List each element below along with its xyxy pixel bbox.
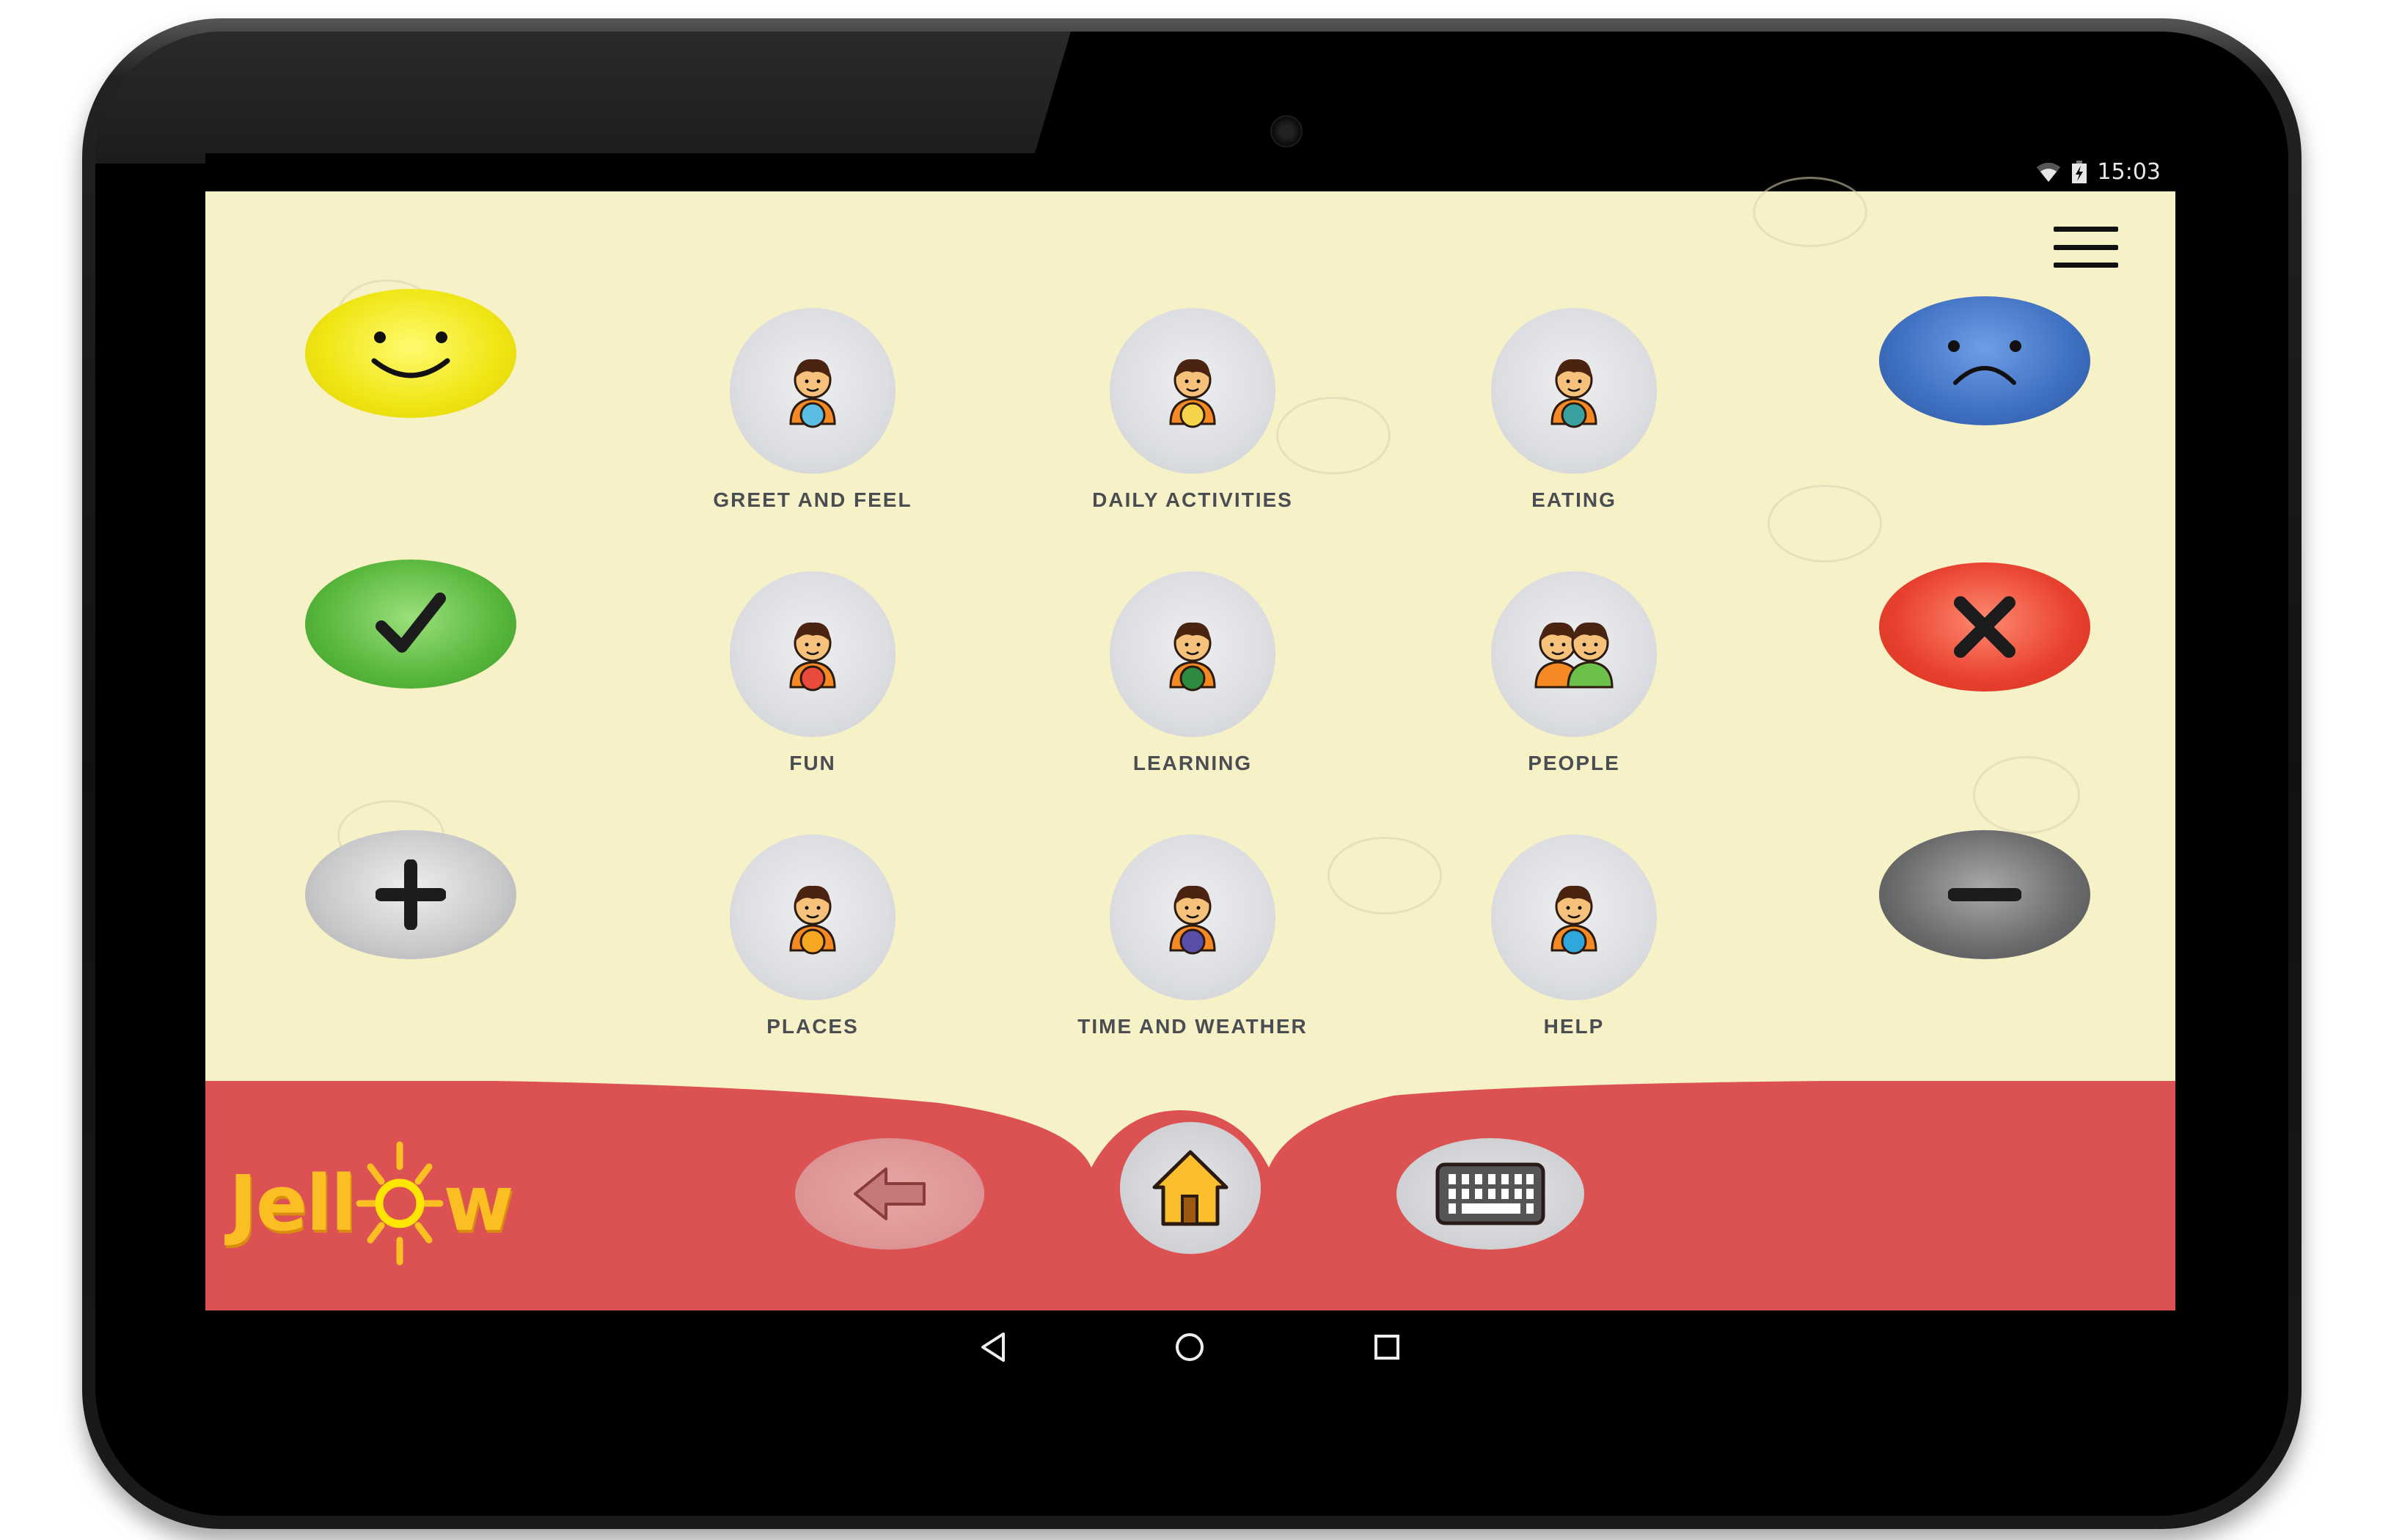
boy-with-toothbrush-icon <box>1169 359 1216 428</box>
nav-recents-icon[interactable] <box>1365 1325 1409 1369</box>
category-tile[interactable]: EATING <box>1420 308 1728 512</box>
category-tile[interactable]: DAILY ACTIVITIES <box>1039 308 1347 512</box>
category-label: GREET AND FEEL <box>713 488 912 511</box>
category-circle[interactable] <box>730 835 896 1000</box>
sun-logo-icon <box>356 1141 444 1266</box>
category-circle[interactable] <box>1110 835 1275 1000</box>
yes-button[interactable] <box>305 560 516 689</box>
less-button[interactable] <box>1879 830 2090 959</box>
keyboard-button[interactable] <box>1396 1138 1584 1250</box>
boy-reading-book-icon <box>1169 622 1216 692</box>
plus-icon <box>376 859 446 930</box>
category-circle[interactable] <box>1110 571 1275 737</box>
checkmark-icon <box>376 593 446 653</box>
category-circle[interactable] <box>730 308 896 474</box>
bezel-glare <box>95 32 1071 164</box>
boy-with-fork-spoon-icon <box>1550 359 1597 428</box>
category-tile[interactable]: PEOPLE <box>1420 571 1728 775</box>
android-navigation-bar <box>205 1310 2175 1391</box>
category-tile[interactable]: PLACES <box>659 835 967 1038</box>
keyboard-icon <box>1435 1162 1545 1225</box>
screen: 15:03 GREET AND FEEL DAILY ACTIVITIES EA… <box>205 153 2175 1310</box>
category-label: PLACES <box>766 1015 859 1038</box>
like-button[interactable] <box>305 289 516 418</box>
no-button[interactable] <box>1879 562 2090 692</box>
jellow-logo: Jell w <box>229 1141 514 1266</box>
status-bar: 15:03 <box>205 153 2175 191</box>
category-label: EATING <box>1531 488 1616 511</box>
nav-home-icon[interactable] <box>1168 1325 1212 1369</box>
background-swirl <box>1973 756 2080 834</box>
two-children-icon <box>1534 622 1614 689</box>
boy-holding-hi-sign-icon <box>789 359 836 428</box>
x-icon <box>1954 596 2015 658</box>
clock: 15:03 <box>2097 159 2161 185</box>
smiley-face-icon <box>371 331 450 378</box>
category-label: HELP <box>1543 1015 1605 1038</box>
category-circle[interactable] <box>1491 308 1657 474</box>
category-tile[interactable]: HELP <box>1420 835 1728 1038</box>
background-swirl <box>1753 177 1867 247</box>
more-button[interactable] <box>305 830 516 959</box>
category-tile[interactable]: TIME AND WEATHER <box>1039 835 1347 1038</box>
category-tile[interactable]: FUN <box>659 571 967 775</box>
category-label: PEOPLE <box>1528 752 1620 774</box>
nav-back-icon[interactable] <box>971 1325 1015 1369</box>
battery-charging-icon <box>2071 160 2087 183</box>
category-circle[interactable] <box>1491 835 1657 1000</box>
minus-icon <box>1948 888 2021 901</box>
category-tile[interactable]: LEARNING <box>1039 571 1347 775</box>
bottom-navigation-bar: Jell w <box>205 1081 2175 1310</box>
boy-holding-clock-icon <box>1169 885 1216 955</box>
home-button[interactable] <box>1120 1122 1261 1254</box>
hamburger-menu-icon[interactable] <box>2054 224 2118 271</box>
app-area: GREET AND FEEL DAILY ACTIVITIES EATING F… <box>205 177 2175 1310</box>
category-label: DAILY ACTIVITIES <box>1092 488 1293 511</box>
front-camera <box>1270 115 1303 147</box>
boy-with-question-mark-icon <box>1550 885 1597 955</box>
category-label: LEARNING <box>1132 752 1253 774</box>
category-label: FUN <box>789 752 836 774</box>
back-button[interactable] <box>795 1138 984 1250</box>
category-label: TIME AND WEATHER <box>1077 1015 1308 1038</box>
category-circle[interactable] <box>730 571 896 737</box>
home-icon <box>1152 1150 1229 1226</box>
sad-face-icon <box>1948 340 2021 385</box>
wifi-icon <box>2036 162 2060 182</box>
boy-holding-house-icon <box>789 885 836 955</box>
category-circle[interactable] <box>1491 571 1657 737</box>
boy-with-beach-ball-icon <box>789 622 836 692</box>
category-circle[interactable] <box>1110 308 1275 474</box>
background-swirl <box>1768 485 1882 562</box>
category-tile[interactable]: GREET AND FEEL <box>659 308 967 512</box>
back-arrow-icon <box>854 1167 926 1220</box>
dislike-button[interactable] <box>1879 296 2090 425</box>
